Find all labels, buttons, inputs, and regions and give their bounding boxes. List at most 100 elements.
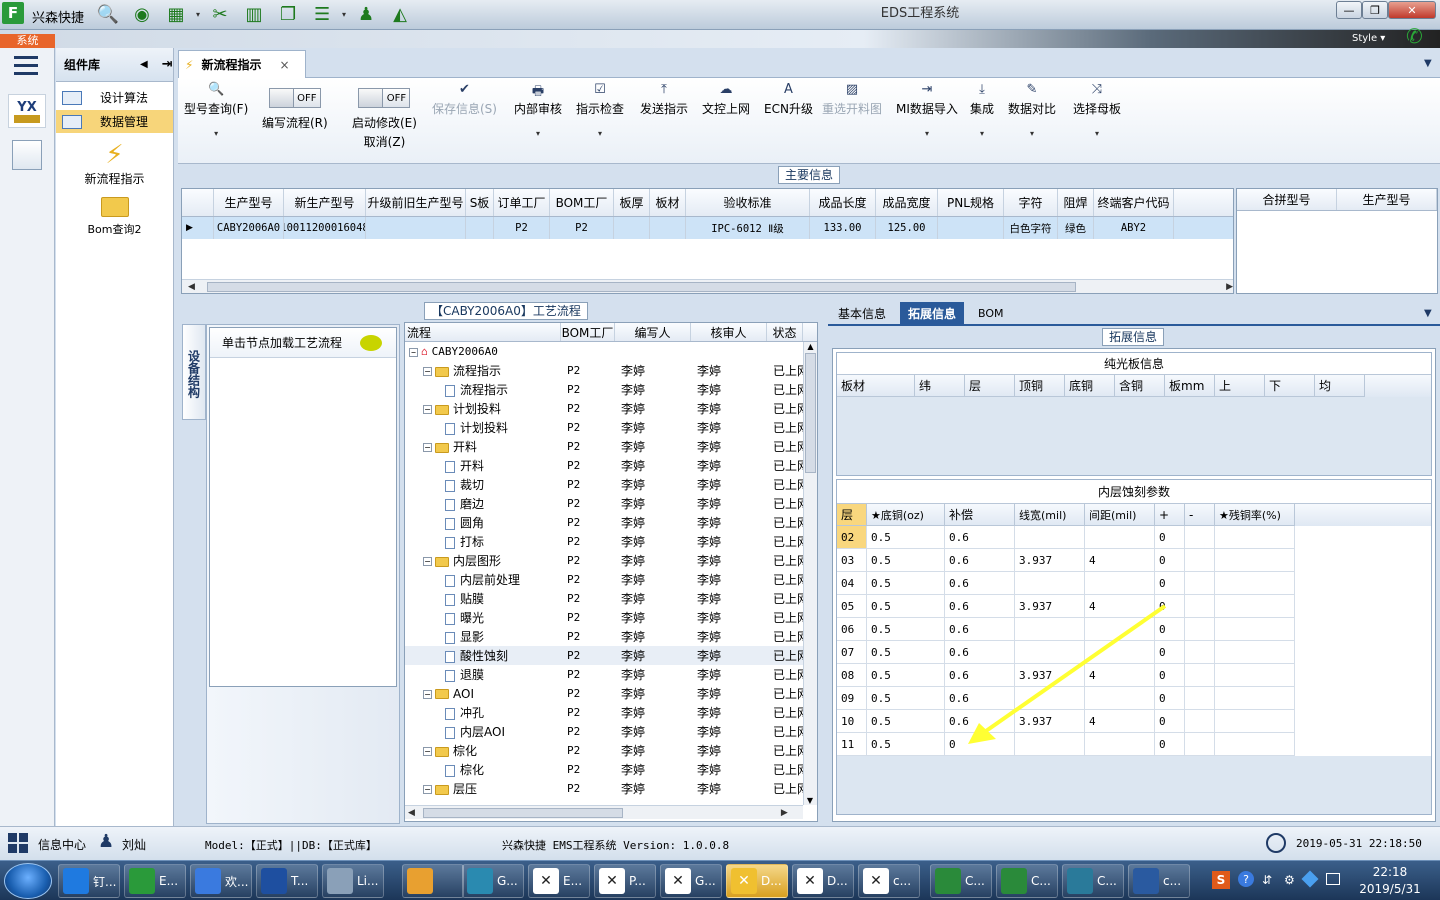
tree-node[interactable]: − 棕化 P2 李婷 李婷 已上网 (405, 741, 817, 760)
process-tree-vscroll[interactable]: ▲ ▼ (803, 342, 817, 805)
ribbon-button-0[interactable]: 🔍 型号查询(F) ▾ (184, 82, 248, 138)
tray-gear-icon[interactable]: ⚙ (1284, 873, 1295, 887)
tree-node[interactable]: 打标 P2 李婷 李婷 已上网 (405, 532, 817, 551)
table-cell[interactable]: IPC-6012 Ⅱ级 (686, 217, 810, 239)
tray-help-icon[interactable]: ? (1238, 871, 1254, 887)
tree-root[interactable]: − ⌂ CABY2006A0 (405, 342, 817, 361)
tree-node[interactable]: 冲孔 P2 李婷 李婷 已上网 (405, 703, 817, 722)
component-item-design-algorithm[interactable]: 设计算法 (56, 86, 173, 110)
table-cell[interactable] (614, 217, 650, 239)
ribbon-button-7[interactable]: ▨ 重选开料图 (822, 82, 882, 117)
table-cell[interactable] (650, 217, 686, 239)
ribbon-button-11[interactable]: ⤨ 选择母板 ▾ (1073, 82, 1121, 138)
table-cell[interactable] (466, 217, 494, 239)
tray-s-icon[interactable]: S (1212, 871, 1230, 889)
device-structure-vtab[interactable]: 设备结构 (182, 324, 206, 420)
info-center-link[interactable]: 信息中心 (38, 836, 86, 853)
component-big-new-process[interactable]: ⚡ 新流程指示 (56, 140, 173, 187)
column-header[interactable]: 阻焊 (1058, 189, 1094, 216)
close-tab-icon[interactable]: × (279, 58, 289, 72)
ribbon-button-4[interactable]: ⤒ 发送指示 (640, 82, 688, 117)
taskbar-item-9[interactable]: ✕ G... (660, 864, 722, 898)
ribbon-button-8[interactable]: ⇥ MI数据导入 ▾ (896, 82, 958, 138)
column-header[interactable]: 板厚 (614, 189, 650, 216)
dropdown-arrow-icon[interactable]: ▾ (925, 129, 929, 138)
table-cell[interactable]: P2 (494, 217, 550, 239)
taskbar-item-7[interactable]: ✕ E... (528, 864, 590, 898)
tree-node[interactable]: 酸性蚀刻 P2 李婷 李婷 已上网 (405, 646, 817, 665)
system-tab[interactable]: 系统 (0, 34, 55, 48)
table-cell[interactable]: 125.00 (876, 217, 938, 239)
tree-node[interactable]: 磨边 P2 李婷 李婷 已上网 (405, 494, 817, 513)
ribbon-button-10[interactable]: ✎ 数据对比 ▾ (1008, 82, 1056, 138)
collapse-icon[interactable]: − (423, 443, 432, 452)
dropdown-arrow-icon[interactable]: ▾ (214, 129, 218, 138)
toggle-1[interactable]: OFF 启动修改(E) 取消(Z) (352, 88, 417, 150)
scroll-left-icon[interactable]: ◀ (188, 282, 195, 292)
column-header[interactable]: 生产型号 (214, 189, 284, 216)
table-row[interactable]: ▶ CABY2006A0 10011200016048 P2 P2 IPC-6012 Ⅱ级… (182, 217, 1233, 239)
collapse-icon[interactable]: − (423, 405, 432, 414)
minimize-button[interactable]: — (1336, 1, 1362, 19)
tree-node[interactable]: 贴膜 P2 李婷 李婷 已上网 (405, 589, 817, 608)
column-header[interactable]: BOM工厂 (550, 189, 614, 216)
film-icon[interactable]: ▥ (240, 2, 268, 26)
start-button[interactable] (4, 863, 52, 899)
dropdown-arrow-icon[interactable]: ▾ (1030, 129, 1034, 138)
taskbar-item-8[interactable]: ✕ P... (594, 864, 656, 898)
taskbar-item-14[interactable]: C... (996, 864, 1058, 898)
column-header[interactable]: 生产型号 (1337, 189, 1437, 210)
collapse-icon[interactable]: − (423, 557, 432, 566)
column-header[interactable]: 编写人 (615, 323, 691, 341)
column-header[interactable]: 订单工厂 (494, 189, 550, 216)
column-header[interactable]: 新生产型号 (284, 189, 366, 216)
tree-node[interactable]: − 开料 P2 李婷 李婷 已上网 (405, 437, 817, 456)
ribbon-button-9[interactable]: ⤓ 集成 ▾ (970, 82, 994, 138)
column-header[interactable]: 核审人 (691, 323, 767, 341)
taskbar-item-0[interactable]: 钉... (58, 864, 120, 898)
factory-logo-icon[interactable]: YX (8, 94, 46, 128)
hamburger-menu-icon[interactable] (14, 56, 38, 76)
column-header[interactable]: 终端客户代码 (1094, 189, 1174, 216)
dropdown-arrow-icon[interactable]: ▾ (1095, 129, 1099, 138)
dropdown-arrow-icon[interactable]: ▾ (196, 10, 200, 19)
tree-node[interactable]: 曝光 P2 李婷 李婷 已上网 (405, 608, 817, 627)
scroll-thumb[interactable] (805, 353, 816, 473)
taskbar-item-3[interactable]: T... (256, 864, 318, 898)
pin-icon[interactable]: ⇥ (162, 57, 173, 72)
dropdown-arrow-icon[interactable]: ▾ (598, 129, 602, 138)
node-hint-box[interactable]: 单击节点加载工艺流程 (209, 327, 397, 687)
taskbar-time[interactable]: 22:18 (1350, 865, 1430, 879)
tray-shield-icon[interactable] (1301, 870, 1319, 888)
tab-new-process[interactable]: ⚡ 新流程指示 × (178, 50, 306, 78)
table-cell[interactable]: P2 (550, 217, 614, 239)
tree-node[interactable]: − 层压 P2 李婷 李婷 已上网 (405, 779, 817, 798)
maximize-button[interactable]: ❐ (1362, 1, 1388, 19)
table-cell[interactable]: 133.00 (810, 217, 876, 239)
toggle-0[interactable]: OFF 编写流程(R) (262, 88, 328, 131)
taskbar-item-12[interactable]: ✕ c... (858, 864, 920, 898)
tree-node[interactable]: 内层AOI P2 李婷 李婷 已上网 (405, 722, 817, 741)
scroll-thumb[interactable] (206, 281, 1077, 292)
taskbar-item-6[interactable]: G... (462, 864, 524, 898)
main-info-hscroll[interactable]: ◀ ▶ (182, 279, 1233, 293)
tree-node[interactable]: − 流程指示 P2 李婷 李婷 已上网 (405, 361, 817, 380)
ribbon-button-3[interactable]: ☑ 指示检查 ▾ (576, 82, 624, 138)
table-cell[interactable]: ABY2 (1094, 217, 1174, 239)
tree-node[interactable]: 圆角 P2 李婷 李婷 已上网 (405, 513, 817, 532)
column-header[interactable]: S板 (466, 189, 494, 216)
tree-node[interactable]: 开料 P2 李婷 李婷 已上网 (405, 456, 817, 475)
collapse-icon[interactable]: − (423, 689, 432, 699)
taskbar-date[interactable]: 2019/5/31 (1350, 882, 1430, 896)
table-cell[interactable]: 10011200016048 (284, 217, 366, 239)
row-selector-icon[interactable]: ▶ (182, 217, 214, 239)
tray-network-icon[interactable] (1326, 873, 1340, 885)
ribbon-button-1[interactable]: ✔ 保存信息(S) (432, 82, 497, 117)
taskbar-item-15[interactable]: C... (1062, 864, 1124, 898)
column-header[interactable]: 验收标准 (686, 189, 810, 216)
chart-icon[interactable]: ◭ (386, 2, 414, 26)
scroll-up-icon[interactable]: ▲ (804, 342, 817, 351)
table-cell[interactable]: 白色字符 (1004, 217, 1058, 239)
ribbon-button-5[interactable]: ☁ 文控上网 (702, 82, 750, 117)
dropdown-arrow-icon[interactable]: ▾ (342, 10, 346, 19)
